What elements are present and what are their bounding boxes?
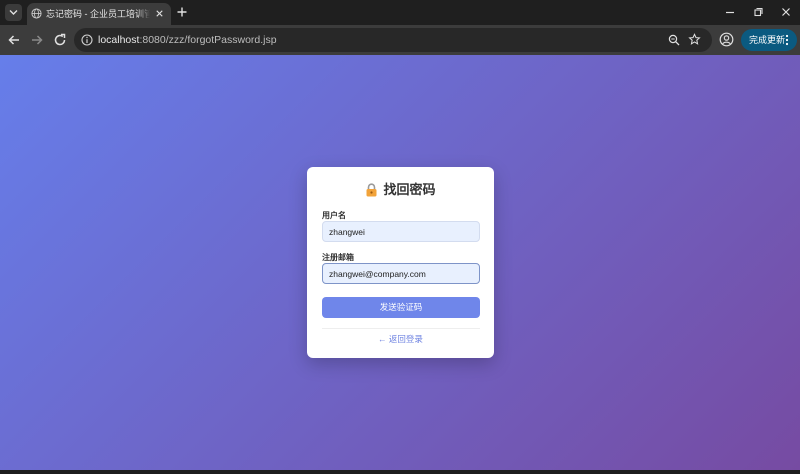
tab-title: 忘记密码 - 企业员工培训管理系统 bbox=[46, 8, 150, 21]
email-label: 注册邮箱 bbox=[322, 253, 354, 262]
back-arrow-icon[interactable] bbox=[7, 33, 21, 47]
chevron-down-icon bbox=[9, 10, 18, 15]
send-code-button[interactable]: 发送验证码 bbox=[322, 297, 480, 318]
username-label: 用户名 bbox=[322, 211, 346, 220]
profile-icon[interactable] bbox=[719, 32, 734, 47]
more-menu-icon[interactable] bbox=[785, 34, 789, 46]
new-tab-icon[interactable] bbox=[176, 6, 188, 18]
browser-toolbar: localhost:8080/zzz/forgotPassword.jsp 完成… bbox=[0, 25, 800, 55]
back-to-login-link[interactable]: ← 返回登录 bbox=[307, 333, 494, 345]
window-close-icon[interactable] bbox=[780, 6, 792, 18]
bookmark-star-icon[interactable] bbox=[688, 33, 701, 46]
forgot-password-card: 找回密码 用户名 注册邮箱 发送验证码 ← 返回登录 bbox=[307, 167, 494, 358]
forward-arrow-icon[interactable] bbox=[30, 33, 44, 47]
site-info-icon[interactable] bbox=[81, 34, 93, 46]
card-header: 找回密码 bbox=[307, 181, 494, 199]
close-tab-icon[interactable] bbox=[154, 8, 165, 19]
update-button[interactable]: 完成更新 bbox=[741, 29, 797, 51]
url-text: localhost:8080/zzz/forgotPassword.jsp bbox=[98, 33, 277, 47]
email-input[interactable] bbox=[322, 263, 480, 284]
page-background: 找回密码 用户名 注册邮箱 发送验证码 ← 返回登录 bbox=[0, 55, 800, 470]
active-tab[interactable]: 忘记密码 - 企业员工培训管理系统 bbox=[27, 3, 171, 25]
update-button-label: 完成更新 bbox=[749, 35, 786, 45]
divider bbox=[322, 328, 480, 329]
url-host: localhost bbox=[98, 34, 140, 46]
tab-strip: 忘记密码 - 企业员工培训管理系统 bbox=[0, 0, 800, 25]
zoom-icon[interactable] bbox=[668, 34, 680, 46]
address-bar[interactable]: localhost:8080/zzz/forgotPassword.jsp bbox=[74, 28, 712, 52]
url-path: :8080/zzz/forgotPassword.jsp bbox=[139, 34, 277, 46]
reload-icon[interactable] bbox=[53, 33, 67, 47]
globe-icon bbox=[31, 8, 42, 19]
tab-search-button[interactable] bbox=[5, 4, 22, 21]
lock-icon bbox=[366, 183, 377, 197]
restore-icon[interactable] bbox=[752, 6, 764, 18]
card-title: 找回密码 bbox=[383, 182, 436, 197]
minimize-icon[interactable] bbox=[724, 6, 736, 18]
username-input[interactable] bbox=[322, 221, 480, 242]
window-bottom-edge bbox=[0, 470, 800, 474]
